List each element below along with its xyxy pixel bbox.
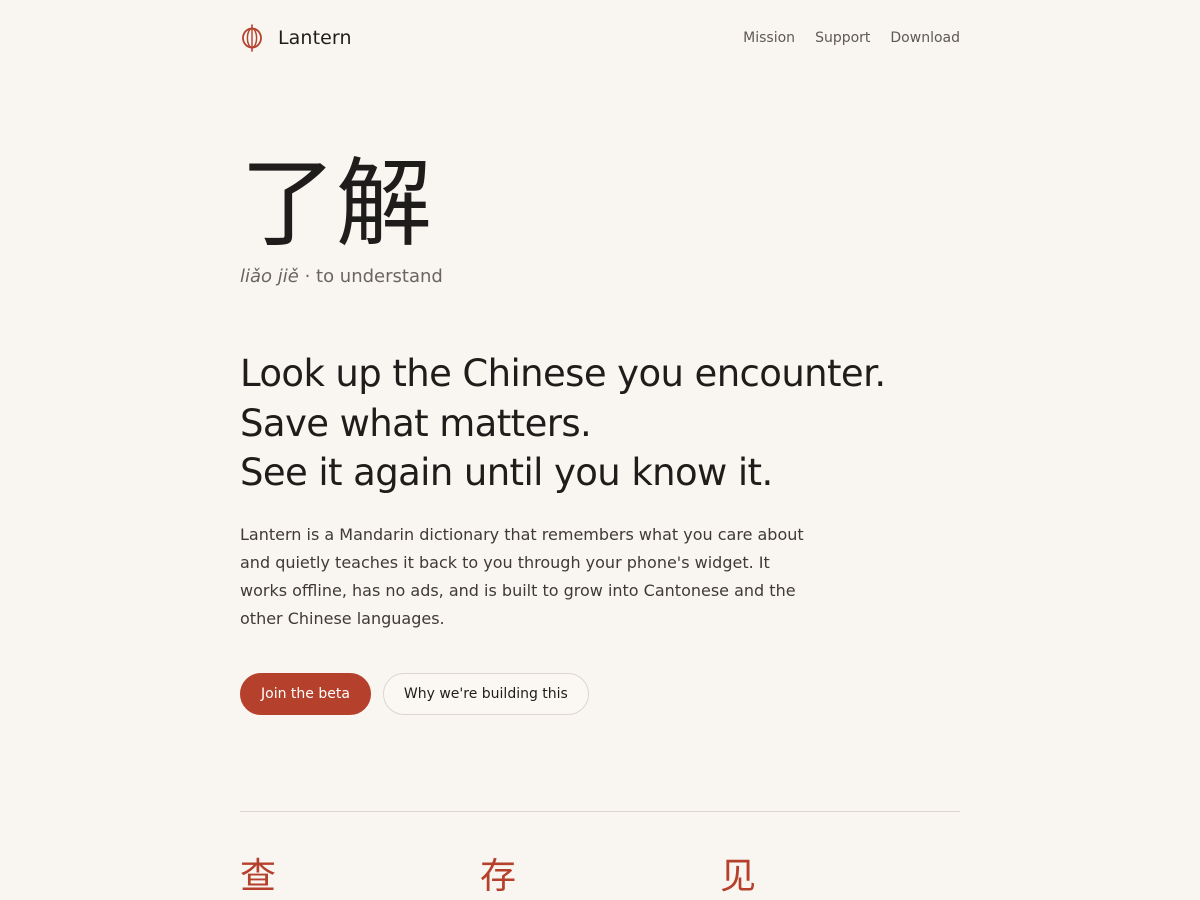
nav-link-mission[interactable]: Mission — [743, 30, 795, 46]
feature-see-char: 见 — [720, 856, 757, 897]
section-divider — [240, 811, 960, 812]
why-building-button[interactable]: Why we're building this — [382, 673, 589, 715]
hero-definition: liǎo jiě · to understand — [240, 266, 443, 287]
hero-meaning: to understand — [316, 266, 443, 287]
site-header: Lantern Mission Support Download — [240, 22, 960, 54]
headline-line-3: See it again until you know it. — [240, 451, 773, 494]
feature-lookup-char: 查 — [240, 856, 277, 897]
main-nav: Mission Support Download — [743, 30, 960, 46]
join-beta-button[interactable]: Join the beta — [240, 673, 371, 715]
brand-link[interactable]: Lantern — [240, 24, 352, 52]
nav-link-download[interactable]: Download — [890, 30, 960, 46]
headline-line-2: Save what matters. — [240, 401, 592, 445]
hero-characters: 了解 — [240, 148, 432, 260]
brand-name: Lantern — [278, 27, 352, 49]
hero-pinyin: liǎo jiě — [240, 266, 299, 287]
feature-row: 查 存 见 — [240, 854, 960, 900]
nav-link-support[interactable]: Support — [815, 30, 870, 46]
cta-group: Join the beta Why we're building this — [240, 673, 589, 715]
feature-save-char: 存 — [480, 856, 517, 897]
landing-page: Lantern Mission Support Download 了解 liǎo… — [0, 0, 1200, 900]
headline: Look up the Chinese you encounter. Save … — [240, 349, 960, 498]
hero-separator: · — [298, 266, 317, 287]
headline-line-1: Look up the Chinese you encounter. — [240, 352, 886, 395]
intro-paragraph: Lantern is a Mandarin dictionary that re… — [240, 525, 804, 628]
lantern-icon — [240, 24, 264, 52]
